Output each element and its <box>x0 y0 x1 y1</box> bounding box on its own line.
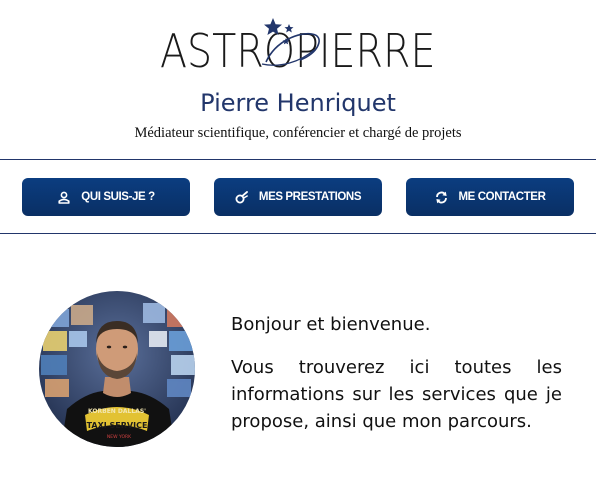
tagline: Médiateur scientifique, conférencier et … <box>134 125 462 141</box>
shirt-text: TAXI SERVICE <box>87 421 148 430</box>
person-name: Pierre Henriquet <box>200 89 396 117</box>
nav-divider-top <box>0 159 596 160</box>
intro-text: Bonjour et bienvenue. Vous trouverez ici… <box>231 312 562 435</box>
intro-description: Vous trouverez ici toutes les informatio… <box>231 357 562 432</box>
nav-button-label: MES PRESTATIONS <box>258 191 362 203</box>
refresh-arrows-icon <box>435 190 449 204</box>
nav-button-label: ME CONTACTER <box>458 191 546 203</box>
shirt-text: NEW YORK <box>107 434 132 440</box>
nav-divider-bottom <box>0 233 596 234</box>
nav-button-about[interactable]: QUI SUIS-JE ? <box>22 178 190 216</box>
avatar-illustration: KORBEN DALLAS' TAXI SERVICE NEW YORK <box>39 291 195 447</box>
user-icon <box>57 190 71 204</box>
avatar-photo: KORBEN DALLAS' TAXI SERVICE NEW YORK <box>39 291 195 447</box>
shirt-text: KORBEN DALLAS' <box>88 408 146 415</box>
main-nav: QUI SUIS-JE ? MES PRESTATIONS ME CONTACT… <box>0 178 596 216</box>
site-logo[interactable]: ASTROPIERRE <box>0 10 596 78</box>
nav-button-services[interactable]: MES PRESTATIONS <box>214 178 382 216</box>
nav-button-contact[interactable]: ME CONTACTER <box>406 178 574 216</box>
comet-icon <box>235 190 249 204</box>
logo-wordmark: ASTROPIERRE <box>160 24 436 78</box>
nav-button-label: QUI SUIS-JE ? <box>81 191 155 203</box>
greeting-text: Bonjour et bienvenue. <box>231 314 431 335</box>
